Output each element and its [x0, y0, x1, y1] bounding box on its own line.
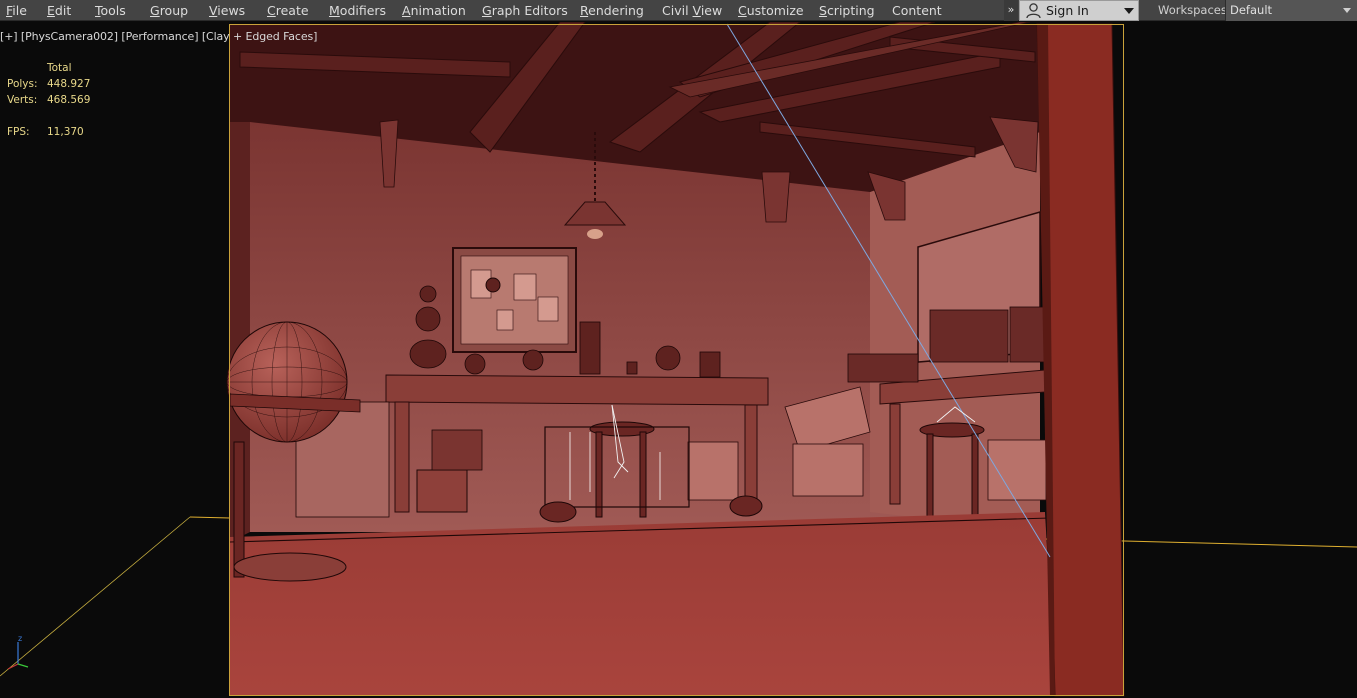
workspace-select[interactable]: Default [1225, 0, 1357, 21]
viewport-menu-plus[interactable]: [+] [0, 30, 18, 43]
chevron-down-icon [1124, 8, 1134, 14]
menu-item[interactable]: Graph Editors [482, 2, 568, 19]
menu-overflow-button[interactable]: » [1004, 0, 1018, 21]
menu-item[interactable]: Edit [47, 2, 71, 19]
viewport-shading-label[interactable]: [Clay + Edged Faces] [202, 30, 318, 43]
menu-item[interactable]: Views [209, 2, 245, 19]
verts-label: Verts: [7, 94, 38, 106]
user-icon [1025, 2, 1042, 23]
menu-item[interactable]: Content [892, 2, 942, 19]
menu-item[interactable]: Customize [738, 2, 804, 19]
room-geometry [226, 22, 1125, 697]
polys-value: 448.927 [47, 78, 91, 90]
menu-item[interactable]: Group [150, 2, 188, 19]
menu-item[interactable]: Animation [402, 2, 466, 19]
menu-item[interactable]: Tools [95, 2, 126, 19]
menu-item[interactable]: Civil View [662, 2, 722, 19]
viewport-camera-label[interactable]: [PhysCamera002] [21, 30, 118, 43]
axis-gizmo-icon: z [2, 634, 32, 678]
menu-item[interactable]: Modifiers [329, 2, 386, 19]
gizmo-z-label: z [18, 634, 22, 643]
fps-value: 11,370 [47, 126, 84, 138]
menu-item[interactable]: File [6, 2, 27, 19]
viewport-performance-label[interactable]: [Performance] [121, 30, 198, 43]
stats-header: Total [47, 62, 72, 74]
fps-label: FPS: [7, 126, 30, 138]
menu-item[interactable]: Create [267, 2, 309, 19]
viewport-label: [+] [PhysCamera002] [Performance] [Clay … [0, 30, 317, 43]
menu-item[interactable]: Scripting [819, 2, 875, 19]
chevron-double-right-icon: » [1007, 3, 1015, 16]
sign-in-dropdown[interactable]: Sign In [1019, 0, 1139, 21]
workspace-value: Default [1230, 3, 1273, 17]
menu-item[interactable]: Rendering [580, 2, 644, 19]
main-menu-bar: File Edit Tools Group Views Create Modifiers An… [0, 0, 1357, 21]
polys-label: Polys: [7, 78, 38, 90]
sign-in-label: Sign In [1046, 3, 1089, 18]
verts-value: 468.569 [47, 94, 91, 106]
workspaces-label: Workspaces: [1158, 3, 1231, 17]
chevron-down-icon [1343, 8, 1351, 13]
viewport-scene [0, 22, 1357, 697]
perspective-viewport[interactable]: [+] [PhysCamera002] [Performance] [Clay … [0, 22, 1357, 698]
